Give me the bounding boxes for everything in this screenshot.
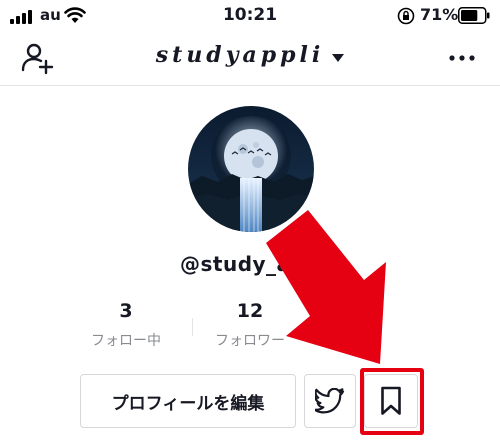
likes-stat[interactable]: 4 ね — [340, 300, 394, 350]
stat-divider — [192, 318, 193, 336]
likes-label: ね — [360, 333, 374, 349]
battery-percent: 71% — [420, 5, 459, 24]
followers-stat[interactable]: 12 フォロワー — [198, 300, 302, 350]
likes-count: 4 — [360, 300, 374, 322]
bookmark-highlight-box — [360, 368, 424, 435]
avatar[interactable] — [188, 106, 314, 232]
following-count: 3 — [119, 300, 133, 322]
stat-divider — [318, 318, 319, 336]
account-name: studyappli — [155, 42, 325, 68]
battery-icon — [458, 7, 490, 24]
profile-header: studyappli — [0, 34, 500, 86]
account-switcher[interactable]: studyappli — [0, 42, 500, 68]
twitter-button[interactable] — [304, 374, 356, 428]
rotation-lock-icon — [397, 7, 415, 25]
followers-count: 12 — [236, 300, 264, 322]
edit-profile-button[interactable]: プロフィールを編集 — [80, 374, 296, 428]
profile-handle: @study_ap — [180, 252, 306, 276]
following-stat[interactable]: 3 フォロー中 — [86, 300, 166, 350]
status-bar: au 10:21 71% — [0, 0, 500, 34]
following-label: フォロー中 — [91, 333, 161, 349]
caret-down-icon — [332, 53, 345, 62]
more-icon[interactable] — [448, 44, 476, 72]
twitter-icon — [315, 388, 345, 414]
followers-label: フォロワー — [215, 333, 285, 349]
